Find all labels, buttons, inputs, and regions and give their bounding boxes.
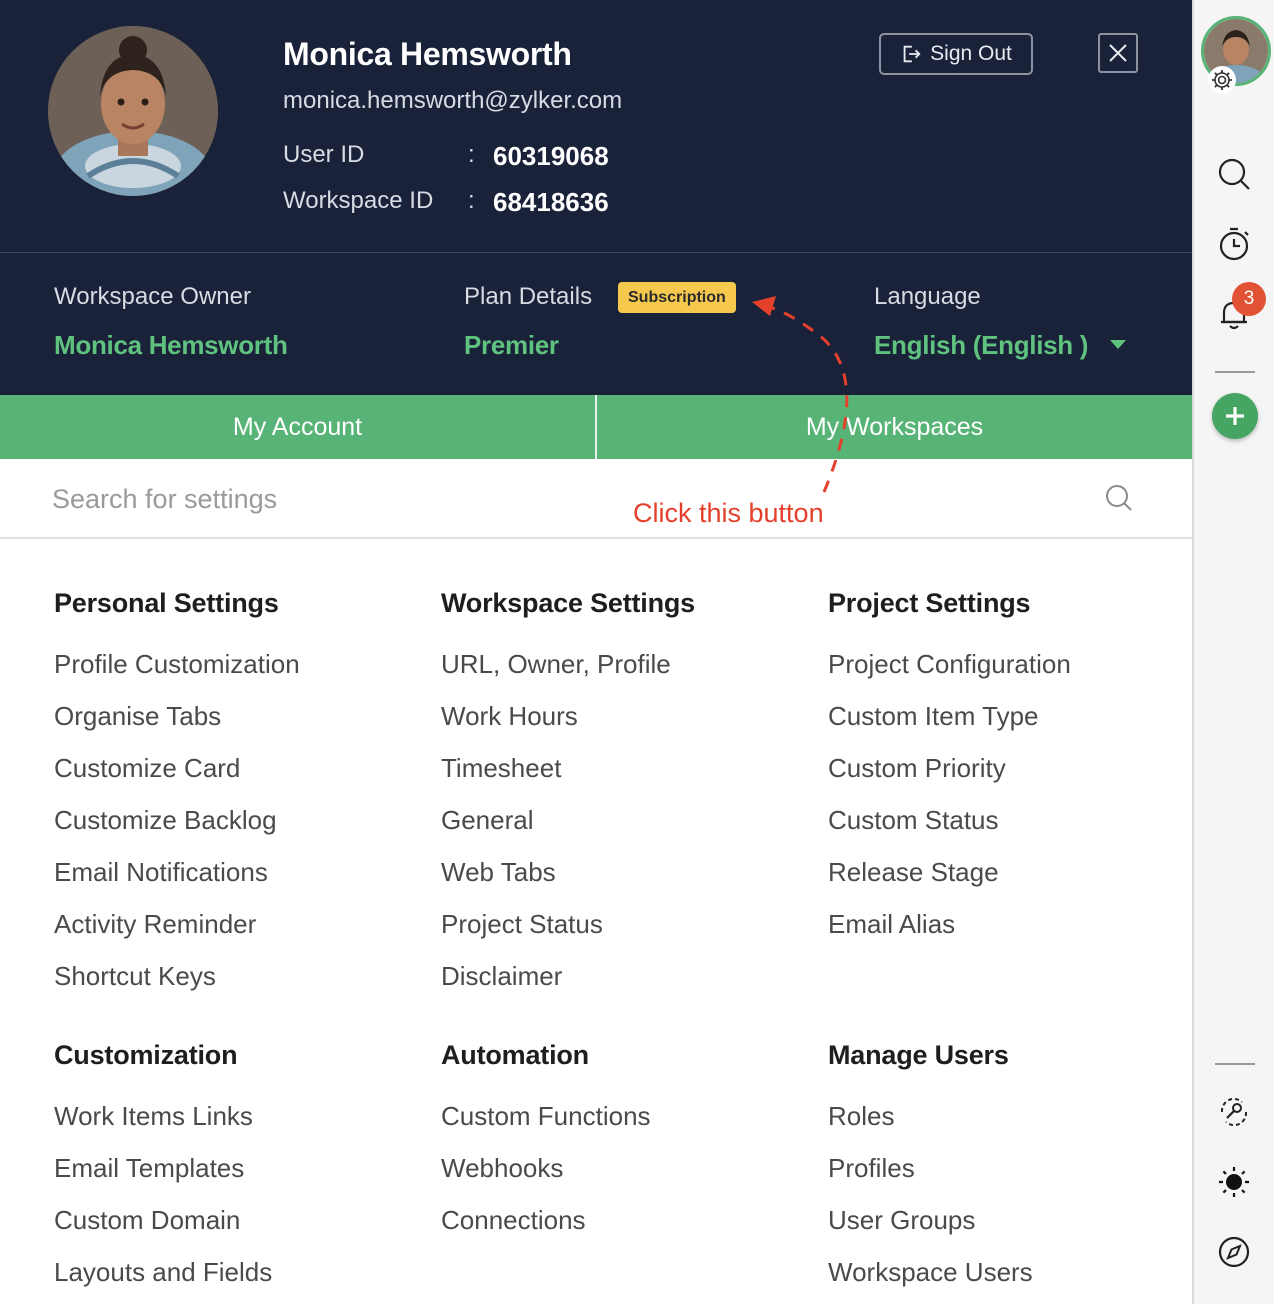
section-manage-users: Manage Users Roles Profiles User Groups … <box>828 1040 1188 1304</box>
settings-link[interactable]: Project Status <box>441 909 801 961</box>
profile-avatar <box>48 26 218 196</box>
add-button[interactable] <box>1212 393 1258 439</box>
user-email: monica.hemsworth@zylker.com <box>283 87 623 114</box>
settings-link[interactable]: Customize Backlog <box>54 805 414 857</box>
settings-link[interactable]: Roles <box>828 1101 1188 1153</box>
header-divider <box>0 252 1192 253</box>
settings-link[interactable]: Custom Status <box>828 805 1188 857</box>
workspace-id-label: Workspace ID <box>283 187 434 214</box>
workspace-id-colon: : <box>468 187 475 214</box>
section-automation: Automation Custom Functions Webhooks Con… <box>441 1040 801 1257</box>
section-title: Project Settings <box>828 588 1031 618</box>
rail-divider <box>1215 371 1255 373</box>
compass-icon[interactable] <box>1214 1232 1254 1272</box>
settings-link[interactable]: Timesheet <box>441 753 801 805</box>
tab-my-workspaces[interactable]: My Workspaces <box>597 395 1192 459</box>
settings-link[interactable]: Custom Priority <box>828 753 1188 805</box>
section-project-settings: Project Settings Project Configuration C… <box>828 588 1188 961</box>
gear-icon[interactable] <box>1208 66 1236 94</box>
user-name: Monica Hemsworth <box>283 36 572 72</box>
plan-value: Premier <box>464 330 559 360</box>
settings-link[interactable]: Custom Domain <box>54 1205 414 1257</box>
section-personal-settings: Personal Settings Profile Customization … <box>54 588 414 1013</box>
chevron-down-icon[interactable] <box>1110 340 1126 349</box>
workspace-id-value: 68418636 <box>493 187 609 217</box>
settings-link[interactable]: Organise Tabs <box>54 701 414 753</box>
timer-icon[interactable] <box>1214 224 1254 264</box>
settings-link[interactable]: Layouts and Fields <box>54 1257 414 1304</box>
notification-count-badge: 3 <box>1232 282 1266 316</box>
settings-link[interactable]: Email Alias <box>828 909 1188 961</box>
settings-link[interactable]: Disclaimer <box>441 961 801 1013</box>
profile-header: Monica Hemsworth monica.hemsworth@zylker… <box>0 0 1192 395</box>
user-id-colon: : <box>468 141 475 168</box>
settings-link[interactable]: Shortcut Keys <box>54 961 414 1013</box>
section-title: Workspace Settings <box>441 588 695 618</box>
integrations-icon[interactable] <box>1214 1092 1254 1132</box>
annotation-text: Click this button <box>633 498 824 528</box>
close-button[interactable] <box>1098 33 1138 73</box>
section-title: Customization <box>54 1040 238 1070</box>
user-id-label: User ID <box>283 141 365 168</box>
settings-link[interactable]: Workspace Users <box>828 1257 1188 1304</box>
settings-link[interactable]: Work Items Links <box>54 1101 414 1153</box>
settings-link[interactable]: URL, Owner, Profile <box>441 649 801 701</box>
workspace-owner-label: Workspace Owner <box>54 283 251 310</box>
user-id-value: 60319068 <box>493 141 609 171</box>
theme-icon[interactable] <box>1214 1162 1254 1202</box>
settings-link[interactable]: User Groups <box>828 1205 1188 1257</box>
subscription-button[interactable]: Subscription <box>618 282 736 313</box>
search-icon[interactable] <box>1214 154 1254 194</box>
settings-link[interactable]: Custom Item Type <box>828 701 1188 753</box>
right-rail: 3 <box>1192 0 1274 1304</box>
settings-link[interactable]: Email Templates <box>54 1153 414 1205</box>
section-title: Personal Settings <box>54 588 279 618</box>
sign-out-icon <box>903 45 921 63</box>
settings-search-bar <box>0 459 1192 539</box>
settings-link[interactable]: Custom Functions <box>441 1101 801 1153</box>
settings-link[interactable]: Activity Reminder <box>54 909 414 961</box>
settings-link[interactable]: Profiles <box>828 1153 1188 1205</box>
settings-link[interactable]: Project Configuration <box>828 649 1188 701</box>
settings-link[interactable]: Profile Customization <box>54 649 414 701</box>
settings-link[interactable]: Work Hours <box>441 701 801 753</box>
avatar-portrait <box>48 26 218 196</box>
tab-my-account[interactable]: My Account <box>0 395 595 459</box>
rail-divider <box>1215 1063 1255 1065</box>
settings-link[interactable]: Connections <box>441 1205 801 1257</box>
language-select[interactable]: English (English ) <box>874 330 1088 361</box>
account-tabs: My Account My Workspaces <box>0 395 1192 459</box>
settings-link[interactable]: Release Stage <box>828 857 1188 909</box>
settings-link[interactable]: Webhooks <box>441 1153 801 1205</box>
sign-out-label: Sign Out <box>930 42 1012 65</box>
settings-link[interactable]: General <box>441 805 801 857</box>
settings-panel: Monica Hemsworth monica.hemsworth@zylker… <box>0 0 1192 1304</box>
settings-link[interactable]: Customize Card <box>54 753 414 805</box>
workspace-owner-value: Monica Hemsworth <box>54 330 288 360</box>
section-title: Automation <box>441 1040 589 1070</box>
search-input[interactable] <box>52 477 1052 521</box>
settings-link[interactable]: Web Tabs <box>441 857 801 909</box>
section-title: Manage Users <box>828 1040 1009 1070</box>
section-workspace-settings: Workspace Settings URL, Owner, Profile W… <box>441 588 801 1013</box>
add-icon <box>1226 407 1244 425</box>
plan-details-label: Plan Details <box>464 283 593 310</box>
sign-out-button[interactable]: Sign Out <box>879 33 1033 75</box>
close-icon <box>1109 44 1127 62</box>
settings-link[interactable]: Email Notifications <box>54 857 414 909</box>
language-label: Language <box>874 283 981 310</box>
search-icon[interactable] <box>1104 483 1134 513</box>
section-customization: Customization Work Items Links Email Tem… <box>54 1040 414 1304</box>
